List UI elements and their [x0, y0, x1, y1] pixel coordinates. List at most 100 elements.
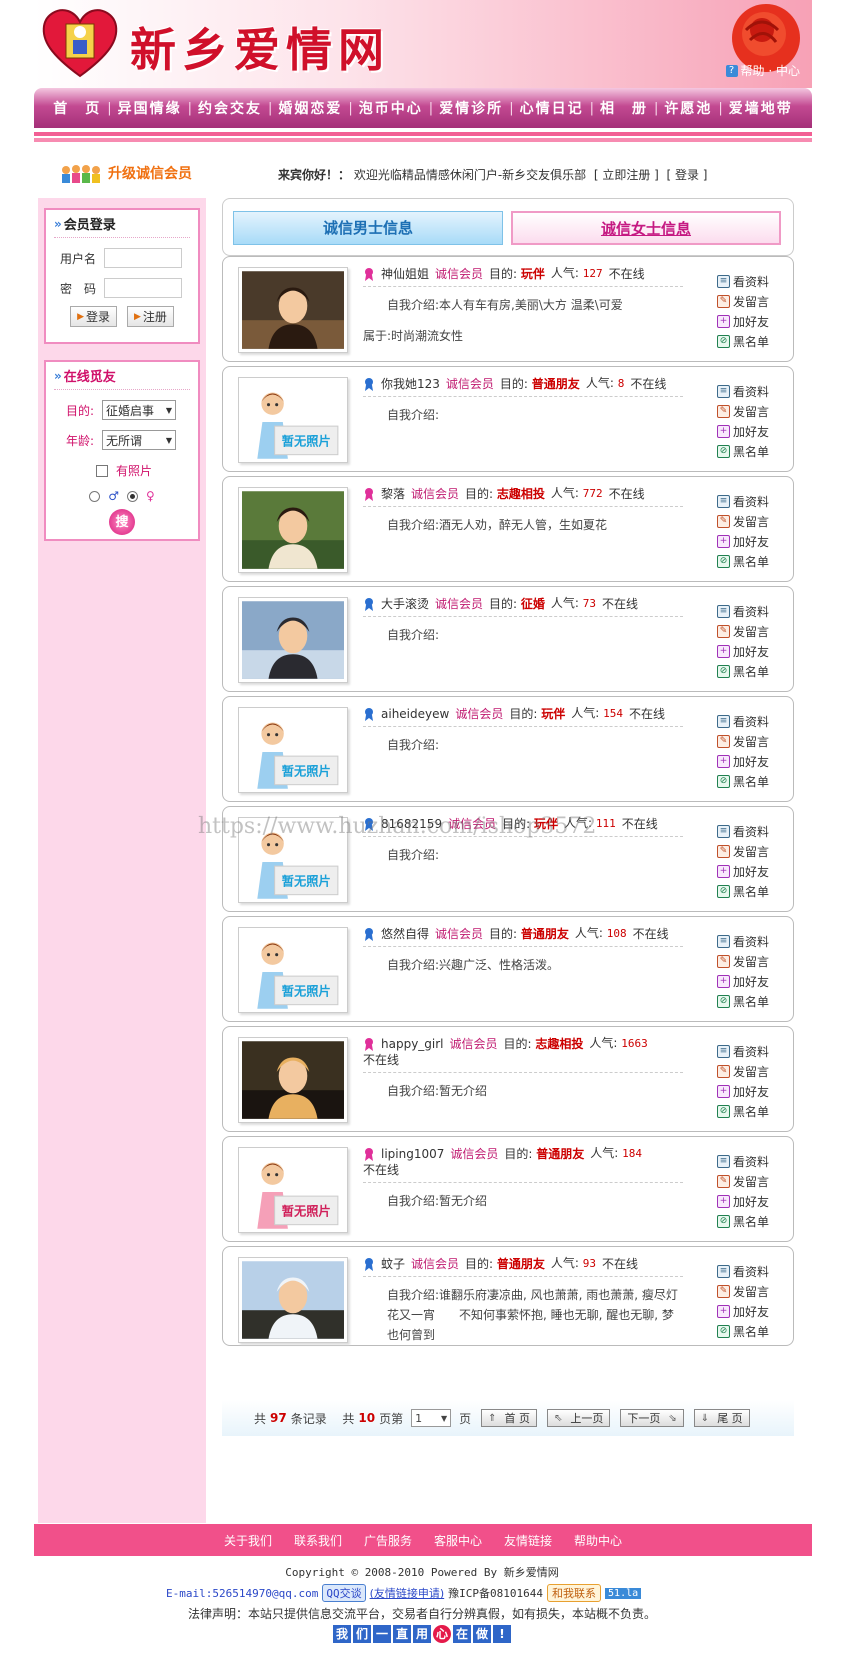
gender-female-radio[interactable]	[126, 490, 138, 502]
password-input[interactable]	[104, 278, 182, 298]
page-select[interactable]: 1 ▼	[411, 1409, 452, 1427]
blacklist-button[interactable]: ⊘ 黑名单	[717, 881, 777, 901]
send-message-button[interactable]: ✎ 发留言	[717, 1171, 777, 1191]
member-photo[interactable]	[238, 267, 348, 353]
username-input[interactable]	[104, 248, 182, 268]
add-friend-button[interactable]: + 加好友	[717, 641, 777, 661]
view-profile-button[interactable]: ≡ 看资料	[717, 271, 777, 291]
send-message-button[interactable]: ✎ 发留言	[717, 401, 777, 421]
heart-logo-icon[interactable]	[40, 6, 120, 80]
member-name[interactable]: 大手滚烫	[381, 596, 429, 612]
footer-link-3[interactable]: 客服中心	[434, 1532, 482, 1549]
nav-item-6[interactable]: 心情日记	[514, 98, 590, 118]
view-profile-button[interactable]: ≡ 看资料	[717, 601, 777, 621]
nav-item-1[interactable]: 异国情缘	[112, 98, 188, 118]
send-message-button[interactable]: ✎ 发留言	[717, 1281, 777, 1301]
first-page-button[interactable]: ⇑ 首 页	[481, 1409, 538, 1427]
qq-chat-button[interactable]: QQ交谈	[322, 1584, 366, 1602]
send-message-button[interactable]: ✎ 发留言	[717, 731, 777, 751]
add-friend-button[interactable]: + 加好友	[717, 421, 777, 441]
footer-link-0[interactable]: 关于我们	[224, 1532, 272, 1549]
nav-item-8[interactable]: 许愿池	[658, 98, 718, 118]
blacklist-button[interactable]: ⊘ 黑名单	[717, 331, 777, 351]
member-photo[interactable]: 暂无照片	[238, 927, 348, 1013]
member-photo[interactable]: 暂无照片	[238, 707, 348, 793]
view-profile-button[interactable]: ≡ 看资料	[717, 381, 777, 401]
nav-item-7[interactable]: 相 册	[594, 98, 654, 118]
member-name[interactable]: happy_girl	[381, 1036, 444, 1052]
gender-any-radio[interactable]	[89, 490, 101, 502]
blacklist-button[interactable]: ⊘ 黑名单	[717, 991, 777, 1011]
register-button[interactable]: ▶ 注册	[127, 306, 174, 327]
add-friend-button[interactable]: + 加好友	[717, 311, 777, 331]
add-friend-button[interactable]: + 加好友	[717, 1081, 777, 1101]
footer-link-2[interactable]: 广告服务	[364, 1532, 412, 1549]
send-message-button[interactable]: ✎ 发留言	[717, 841, 777, 861]
add-friend-button[interactable]: + 加好友	[717, 1301, 777, 1321]
member-photo[interactable]: 暂无照片	[238, 377, 348, 463]
add-friend-button[interactable]: + 加好友	[717, 861, 777, 881]
member-name[interactable]: aiheideyew	[381, 706, 449, 722]
add-friend-button[interactable]: + 加好友	[717, 971, 777, 991]
prev-page-button[interactable]: ⇖ 上一页	[547, 1409, 611, 1427]
member-name[interactable]: 黎落	[381, 486, 405, 502]
nav-item-9[interactable]: 爱墙地带	[723, 98, 799, 118]
blacklist-button[interactable]: ⊘ 黑名单	[717, 771, 777, 791]
footer-link-4[interactable]: 友情链接	[504, 1532, 552, 1549]
age-select[interactable]: 无所谓 ▼	[102, 430, 176, 450]
member-name[interactable]: 悠然自得	[381, 926, 429, 942]
view-profile-button[interactable]: ≡ 看资料	[717, 1151, 777, 1171]
goal-select[interactable]: 征婚启事 ▼	[102, 400, 176, 420]
blacklist-button[interactable]: ⊘ 黑名单	[717, 661, 777, 681]
nav-item-4[interactable]: 泡币中心	[353, 98, 429, 118]
send-message-button[interactable]: ✎ 发留言	[717, 621, 777, 641]
blacklist-button[interactable]: ⊘ 黑名单	[717, 1101, 777, 1121]
nav-item-2[interactable]: 约会交友	[192, 98, 268, 118]
member-name[interactable]: 神仙姐姐	[381, 266, 429, 282]
member-name[interactable]: 蚊子	[381, 1256, 405, 1272]
member-photo[interactable]: 暂无照片	[238, 1147, 348, 1233]
member-photo[interactable]	[238, 487, 348, 573]
send-message-button[interactable]: ✎ 发留言	[717, 511, 777, 531]
nav-item-0[interactable]: 首 页	[47, 98, 107, 118]
member-photo[interactable]	[238, 1257, 348, 1343]
last-page-button[interactable]: ⇓ 尾 页	[693, 1409, 750, 1427]
footer-link-1[interactable]: 联系我们	[294, 1532, 342, 1549]
search-button[interactable]: 搜	[109, 509, 135, 535]
send-message-button[interactable]: ✎ 发留言	[717, 291, 777, 311]
view-profile-button[interactable]: ≡ 看资料	[717, 491, 777, 511]
blacklist-button[interactable]: ⊘ 黑名单	[717, 1211, 777, 1231]
blacklist-button[interactable]: ⊘ 黑名单	[717, 551, 777, 571]
send-message-button[interactable]: ✎ 发留言	[717, 951, 777, 971]
nav-item-3[interactable]: 婚姻恋爱	[272, 98, 348, 118]
member-name[interactable]: 你我她123	[381, 376, 440, 392]
member-photo[interactable]	[238, 1037, 348, 1123]
view-profile-button[interactable]: ≡ 看资料	[717, 711, 777, 731]
next-page-button[interactable]: 下一页 ⇘	[620, 1409, 684, 1427]
register-link[interactable]: 立即注册	[602, 168, 650, 182]
add-friend-button[interactable]: + 加好友	[717, 1191, 777, 1211]
contact-me-button[interactable]: 和我联系	[547, 1584, 602, 1602]
member-photo[interactable]	[238, 597, 348, 683]
link-apply-link[interactable]: (友情链接申请)	[370, 1585, 445, 1601]
tab-female-members[interactable]: 诚信女士信息	[511, 211, 781, 245]
view-profile-button[interactable]: ≡ 看资料	[717, 1041, 777, 1061]
blacklist-button[interactable]: ⊘ 黑名单	[717, 441, 777, 461]
tab-male-members[interactable]: 诚信男士信息	[233, 211, 503, 245]
login-link[interactable]: 登录	[675, 168, 699, 182]
footer-link-5[interactable]: 帮助中心	[574, 1532, 622, 1549]
view-profile-button[interactable]: ≡ 看资料	[717, 931, 777, 951]
send-message-button[interactable]: ✎ 发留言	[717, 1061, 777, 1081]
stat-badge[interactable]: 51.la	[605, 1587, 642, 1599]
member-name[interactable]: liping1007	[381, 1146, 444, 1162]
has-photo-checkbox[interactable]	[96, 464, 108, 477]
view-profile-button[interactable]: ≡ 看资料	[717, 1261, 777, 1281]
login-button[interactable]: ▶ 登录	[70, 306, 117, 327]
view-profile-button[interactable]: ≡ 看资料	[717, 821, 777, 841]
add-friend-button[interactable]: + 加好友	[717, 751, 777, 771]
help-center-link[interactable]: ? 帮助 · 中心	[725, 62, 800, 79]
add-friend-button[interactable]: + 加好友	[717, 531, 777, 551]
upgrade-vip-link[interactable]: 升级诚信会员	[58, 162, 192, 184]
nav-item-5[interactable]: 爱情诊所	[433, 98, 509, 118]
blacklist-button[interactable]: ⊘ 黑名单	[717, 1321, 777, 1341]
